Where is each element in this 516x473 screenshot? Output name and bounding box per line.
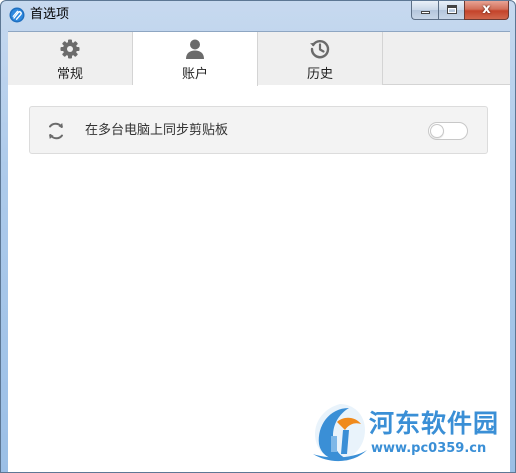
sync-clipboard-toggle[interactable] — [428, 122, 468, 140]
watermark: 河东软件园 www.pc0359.cn — [305, 398, 515, 470]
watermark-logo-icon — [313, 404, 367, 462]
sync-icon — [49, 122, 63, 140]
tab-general[interactable]: 常规 — [8, 32, 133, 85]
gear-icon — [60, 39, 80, 59]
tab-history-label: 历史 — [306, 67, 333, 82]
caption-buttons: x — [411, 1, 509, 21]
close-icon: x — [482, 2, 491, 17]
toggle-knob — [430, 124, 444, 138]
history-icon — [310, 40, 330, 59]
tab-bar-filler — [383, 32, 510, 84]
user-icon — [186, 39, 204, 59]
minimize-button[interactable] — [411, 1, 438, 20]
sync-clipboard-label: 在多台电脑上同步剪贴板 — [85, 123, 229, 138]
tab-account-label: 账户 — [181, 67, 208, 82]
title-bar[interactable]: 首选项 x — [1, 1, 515, 29]
sync-clipboard-setting: 在多台电脑上同步剪贴板 — [29, 106, 488, 154]
window-title: 首选项 — [30, 7, 70, 22]
maximize-button[interactable] — [438, 1, 464, 20]
app-logo-icon — [9, 7, 25, 23]
watermark-url: www.pc0359.cn — [371, 441, 487, 456]
tab-history[interactable]: 历史 — [258, 32, 383, 85]
tab-account[interactable]: 账户 — [133, 32, 258, 86]
watermark-name: 河东软件园 — [369, 409, 500, 438]
tab-bar: 常规 账户 历史 — [8, 32, 510, 86]
tab-general-label: 常规 — [56, 67, 83, 82]
close-button[interactable]: x — [464, 1, 509, 20]
